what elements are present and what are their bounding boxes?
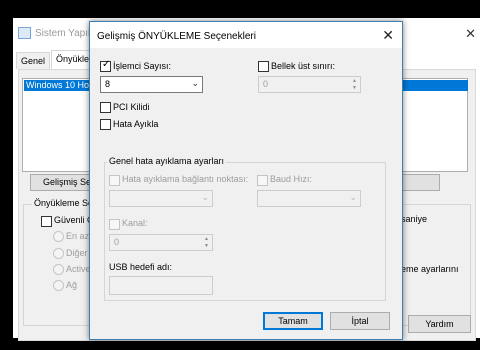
baud-rate-select[interactable]: ⌄ [257,190,361,207]
radio-network-label: Ağ [66,280,78,290]
memory-limit-value: 0 [263,79,269,89]
close-icon[interactable]: ✕ [382,27,394,44]
processor-count-label: İşlemci Sayısı: [113,61,172,71]
spin-down-icon[interactable]: ▼ [202,243,211,249]
spin-down-icon[interactable]: ▼ [350,85,359,91]
app-icon [18,27,31,39]
bg-button-right[interactable] [401,174,440,191]
channel-checkbox[interactable] [109,219,120,230]
chevron-down-icon: ⌄ [191,78,199,88]
safe-boot-checkbox[interactable] [41,216,52,227]
timeout-unit-label: saniye [401,214,428,224]
dialog-title: Gelişmiş ÖNYÜKLEME Seçenekleri [97,31,256,42]
checkmark-icon: ✓ [102,59,111,70]
radio-minimal-label: En az [66,231,90,241]
advanced-boot-options-dialog: Gelişmiş ÖNYÜKLEME Seçenekleri ✕ ✓ İşlem… [89,21,403,340]
pci-lock-label: PCI Kilidi [113,102,150,112]
debug-checkbox[interactable] [100,119,111,130]
channel-label: Kanal: [122,218,148,228]
memory-limit-spinner[interactable]: 0 ▲ ▼ [258,76,361,93]
radio-network[interactable] [53,280,64,291]
boot-settings-text: eme ayarlarını [401,264,459,274]
radio-minimal[interactable] [53,231,64,242]
debug-port-label: Hata ayıklama bağlantı noktası: [122,174,249,184]
baud-rate-label: Baud Hızı: [270,174,313,184]
debug-label: Hata Ayıkla [113,119,159,129]
usb-target-input[interactable] [109,276,213,295]
debug-group-label: Genel hata ayıklama ayarları [107,156,227,166]
tab-general[interactable]: Genel [16,52,51,69]
debug-port-checkbox[interactable] [109,175,120,186]
memory-limit-checkbox[interactable] [258,61,269,72]
radio-alternate[interactable] [53,248,64,259]
radio-active-label: Active [66,264,91,274]
processor-count-select[interactable]: 8 ⌄ [100,76,203,93]
debug-port-select[interactable]: ⌄ [109,190,213,207]
bg-window-title: Sistem Yapıla [35,28,96,39]
cancel-button[interactable]: İptal [330,312,390,330]
memory-limit-label: Bellek üst sınırı: [271,61,336,71]
pci-lock-checkbox[interactable] [100,102,111,113]
processor-count-value: 8 [105,79,111,89]
ok-button[interactable]: Tamam [263,312,323,330]
radio-alternate-label: Diğer [66,248,88,258]
usb-target-label: USB hedefi adı: [109,262,173,272]
dialog-title-bar: Gelişmiş ÖNYÜKLEME Seçenekleri ✕ [90,22,402,48]
spin-up-icon[interactable]: ▲ [350,78,359,84]
processor-count-checkbox[interactable]: ✓ [100,59,111,72]
spin-up-icon[interactable]: ▲ [202,236,211,242]
help-button[interactable]: Yardım [408,315,471,333]
chevron-down-icon: ⌄ [349,192,357,202]
channel-spinner[interactable]: 0 ▲ ▼ [109,234,213,251]
baud-rate-checkbox[interactable] [257,175,268,186]
chevron-down-icon: ⌄ [201,192,209,202]
bg-close-icon[interactable]: ✕ [465,26,476,42]
radio-active-directory[interactable] [53,264,64,275]
channel-value: 0 [114,237,120,247]
tab-boot[interactable]: Önyükle [51,50,95,69]
boot-options-label: Önyükleme Se [32,198,96,208]
